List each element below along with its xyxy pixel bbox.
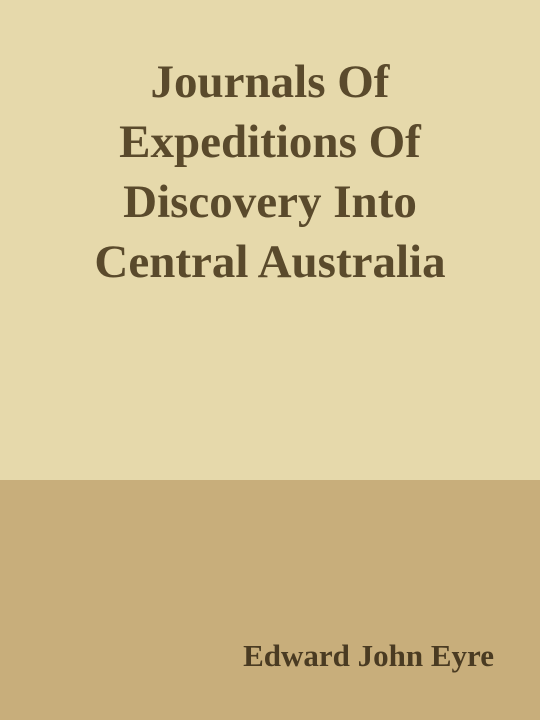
book-title: Journals Of Expeditions Of Discovery Int… <box>20 52 520 292</box>
title-line-2: Expeditions Of <box>119 116 421 168</box>
book-author: Edward John Eyre <box>243 638 494 673</box>
title-line-1: Journals Of <box>150 56 390 108</box>
book-cover: Journals Of Expeditions Of Discovery Int… <box>0 0 540 720</box>
title-line-3: Discovery Into <box>123 176 417 228</box>
cover-top-panel: Journals Of Expeditions Of Discovery Int… <box>0 0 540 480</box>
title-line-4: Central Australia <box>94 236 446 288</box>
cover-bottom-panel <box>0 480 540 720</box>
